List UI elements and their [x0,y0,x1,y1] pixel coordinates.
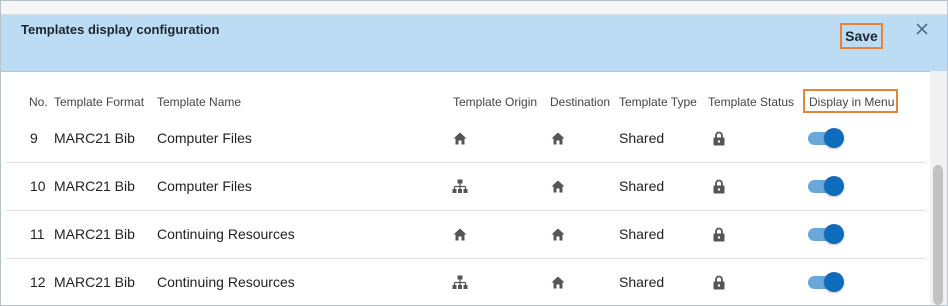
home-icon [551,258,565,305]
row-type: Shared [619,274,665,290]
col-header-display-in-menu: Display in Menu [803,89,898,113]
dialog-header: Templates display configuration Save [1,15,947,72]
network-icon [452,258,468,305]
home-icon [551,162,565,210]
close-icon[interactable] [914,21,930,37]
row-type: Shared [619,178,665,194]
scrollbar-thumb[interactable] [933,165,943,305]
col-header-status: Template Status [708,95,795,109]
row-format: MARC21 Bib [54,274,135,290]
col-header-destination: Destination [550,95,611,109]
row-name: Continuing Resources [157,274,295,290]
table-row: 9 MARC21 Bib Computer Files Shared [6,114,926,163]
col-header-format: Template Format [54,95,145,109]
display-in-menu-toggle[interactable] [808,176,844,196]
row-name: Continuing Resources [157,226,295,242]
vertical-scrollbar[interactable] [930,71,947,305]
lock-icon [713,210,725,258]
row-name: Computer Files [157,178,252,194]
row-no: 10 [30,178,46,194]
dialog-title: Templates display configuration [21,22,220,37]
top-strip [1,1,947,15]
save-button[interactable]: Save [840,23,883,49]
home-icon [453,210,467,258]
lock-icon [713,114,725,162]
row-format: MARC21 Bib [54,178,135,194]
row-name: Computer Files [157,130,252,146]
col-header-type: Template Type [619,95,697,109]
col-header-name: Template Name [157,95,242,109]
table-row: 11 MARC21 Bib Continuing Resources Shared [6,210,926,259]
row-no: 9 [30,130,38,146]
display-in-menu-toggle[interactable] [808,272,844,292]
home-icon [551,210,565,258]
row-type: Shared [619,130,665,146]
table-row: 10 MARC21 Bib Computer Files Shared [6,162,926,211]
network-icon [452,162,468,210]
row-no: 11 [30,226,45,242]
home-icon [551,114,565,162]
col-header-no: No. [29,95,48,109]
col-header-origin: Template Origin [453,95,538,109]
display-in-menu-toggle[interactable] [808,224,844,244]
toggle-knob [824,224,844,244]
toggle-knob [824,128,844,148]
home-icon [453,114,467,162]
row-no: 12 [30,274,46,290]
lock-icon [713,162,725,210]
toggle-knob [824,272,844,292]
row-type: Shared [619,226,665,242]
row-format: MARC21 Bib [54,226,135,242]
templates-dialog: Templates display configuration Save No.… [0,0,948,306]
lock-icon [713,258,725,305]
table-row: 12 MARC21 Bib Continuing Resources Shared [6,258,926,305]
display-in-menu-toggle[interactable] [808,128,844,148]
toggle-knob [824,176,844,196]
row-format: MARC21 Bib [54,130,135,146]
